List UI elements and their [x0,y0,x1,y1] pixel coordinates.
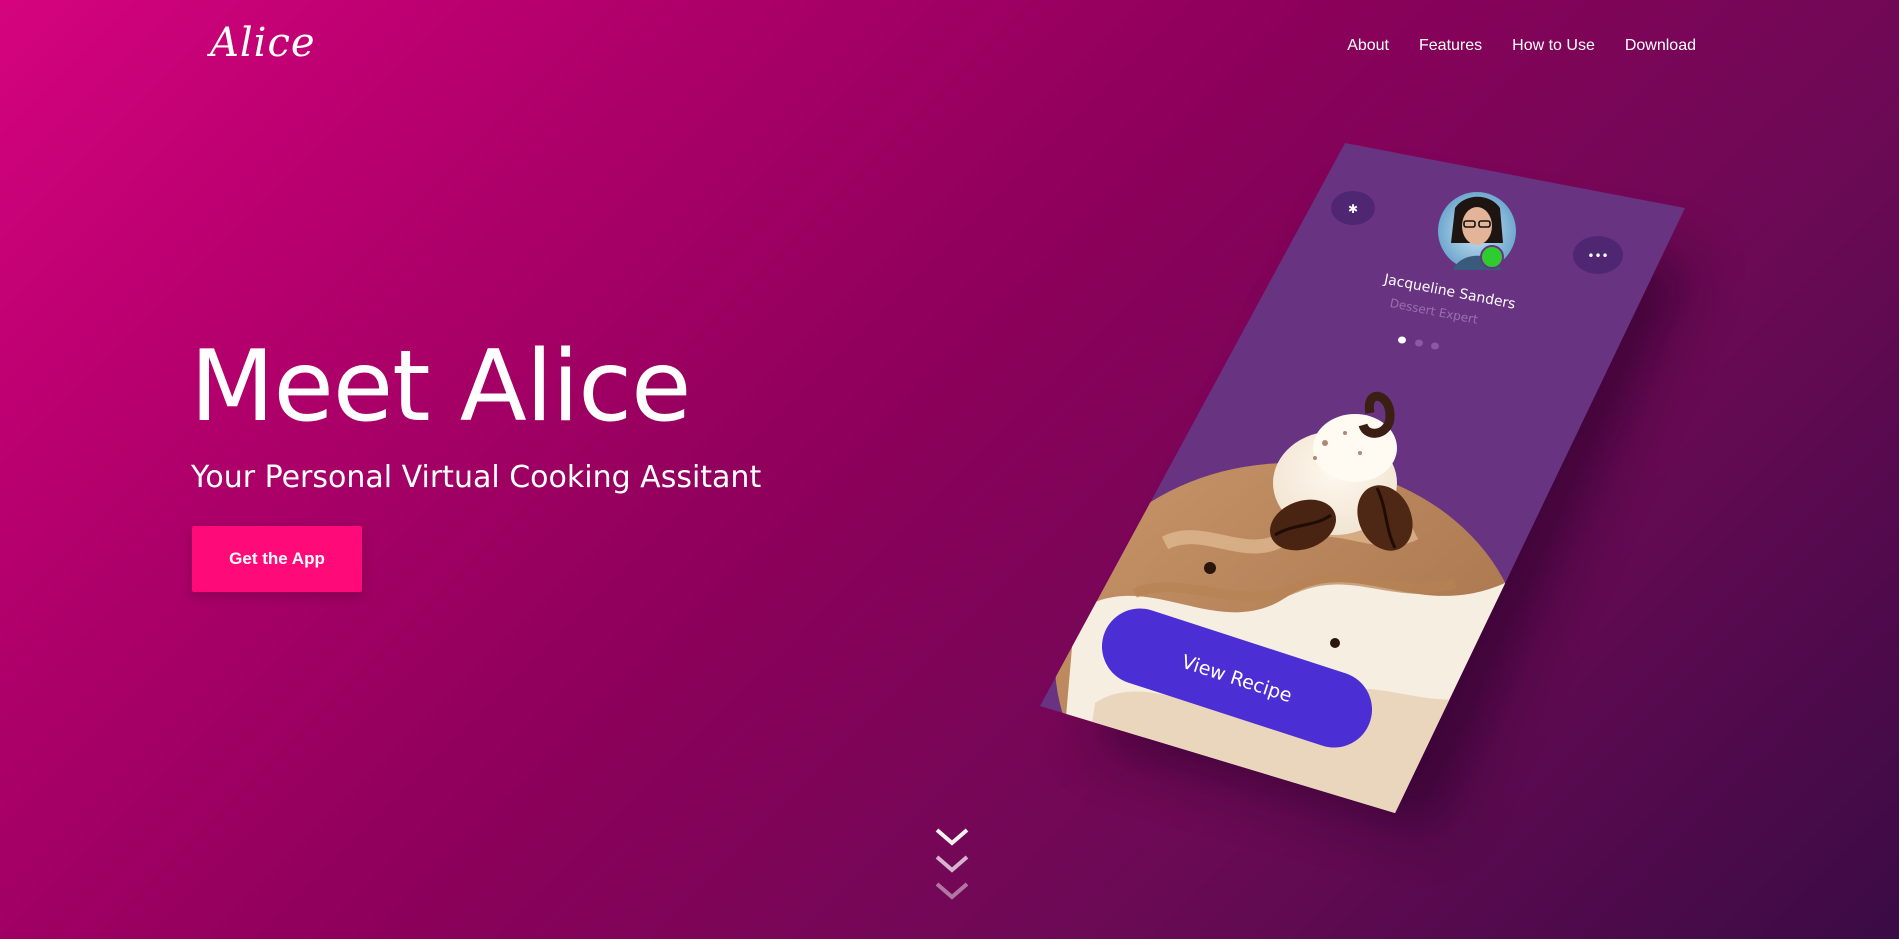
hero-title: Meet Alice [190,330,691,444]
online-status-dot [1480,245,1504,269]
avatar[interactable] [1438,192,1516,270]
nav-features[interactable]: Features [1419,37,1482,55]
more-button[interactable]: ••• [1573,236,1623,274]
chevron-down-icon [935,855,969,873]
settings-button[interactable]: ✱ [1331,191,1375,225]
chevron-down-icon [935,882,969,900]
more-icon: ••• [1587,249,1608,263]
carousel-dot-active[interactable] [1398,336,1406,344]
carousel-dot[interactable] [1431,342,1439,350]
nav-about[interactable]: About [1347,37,1389,55]
get-the-app-button[interactable]: Get the App [192,526,362,592]
settings-icon: ✱ [1348,202,1358,216]
carousel-dot[interactable] [1415,339,1423,347]
main-nav: About Features How to Use Download [1347,37,1696,55]
phone-mockup: ✱ ••• Jacqueline Sanders Dessert Expert [1035,143,1695,833]
chevron-down-icon [935,828,969,846]
scroll-down-button[interactable] [934,826,970,906]
nav-download[interactable]: Download [1625,37,1696,55]
hero-subtitle: Your Personal Virtual Cooking Assitant [191,460,762,495]
logo[interactable]: Alice [210,20,316,66]
nav-how-to-use[interactable]: How to Use [1512,37,1595,55]
phone-illustration: ✱ ••• Jacqueline Sanders Dessert Expert [1040,143,1695,833]
